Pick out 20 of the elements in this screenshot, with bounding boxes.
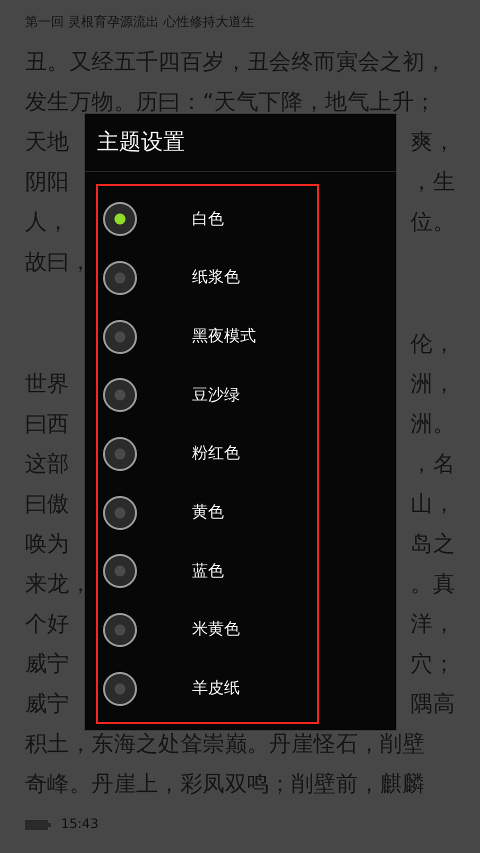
radio-button[interactable]	[102, 377, 138, 414]
radio-button[interactable]	[102, 612, 138, 648]
theme-option[interactable]: 黄色	[98, 488, 317, 537]
radio-button[interactable]	[102, 494, 138, 531]
theme-option[interactable]: 米黄色	[98, 606, 317, 654]
theme-option[interactable]: 羊皮纸	[98, 664, 317, 713]
theme-option[interactable]: 白色	[98, 195, 317, 244]
radio-button[interactable]	[102, 201, 138, 238]
theme-option[interactable]: 豆沙绿	[98, 371, 317, 420]
radio-button[interactable]	[102, 260, 138, 296]
theme-option[interactable]: 黑夜模式	[98, 312, 317, 361]
battery-icon	[25, 820, 51, 830]
theme-option[interactable]: 粉红色	[98, 430, 317, 478]
theme-option[interactable]: 蓝色	[98, 547, 317, 596]
theme-option[interactable]: 纸浆色	[98, 254, 317, 302]
dialog-title: 主题设置	[85, 114, 396, 172]
radio-button[interactable]	[102, 318, 138, 355]
radio-button[interactable]	[102, 553, 138, 590]
radio-button[interactable]	[102, 436, 138, 472]
radio-button[interactable]	[102, 670, 138, 707]
